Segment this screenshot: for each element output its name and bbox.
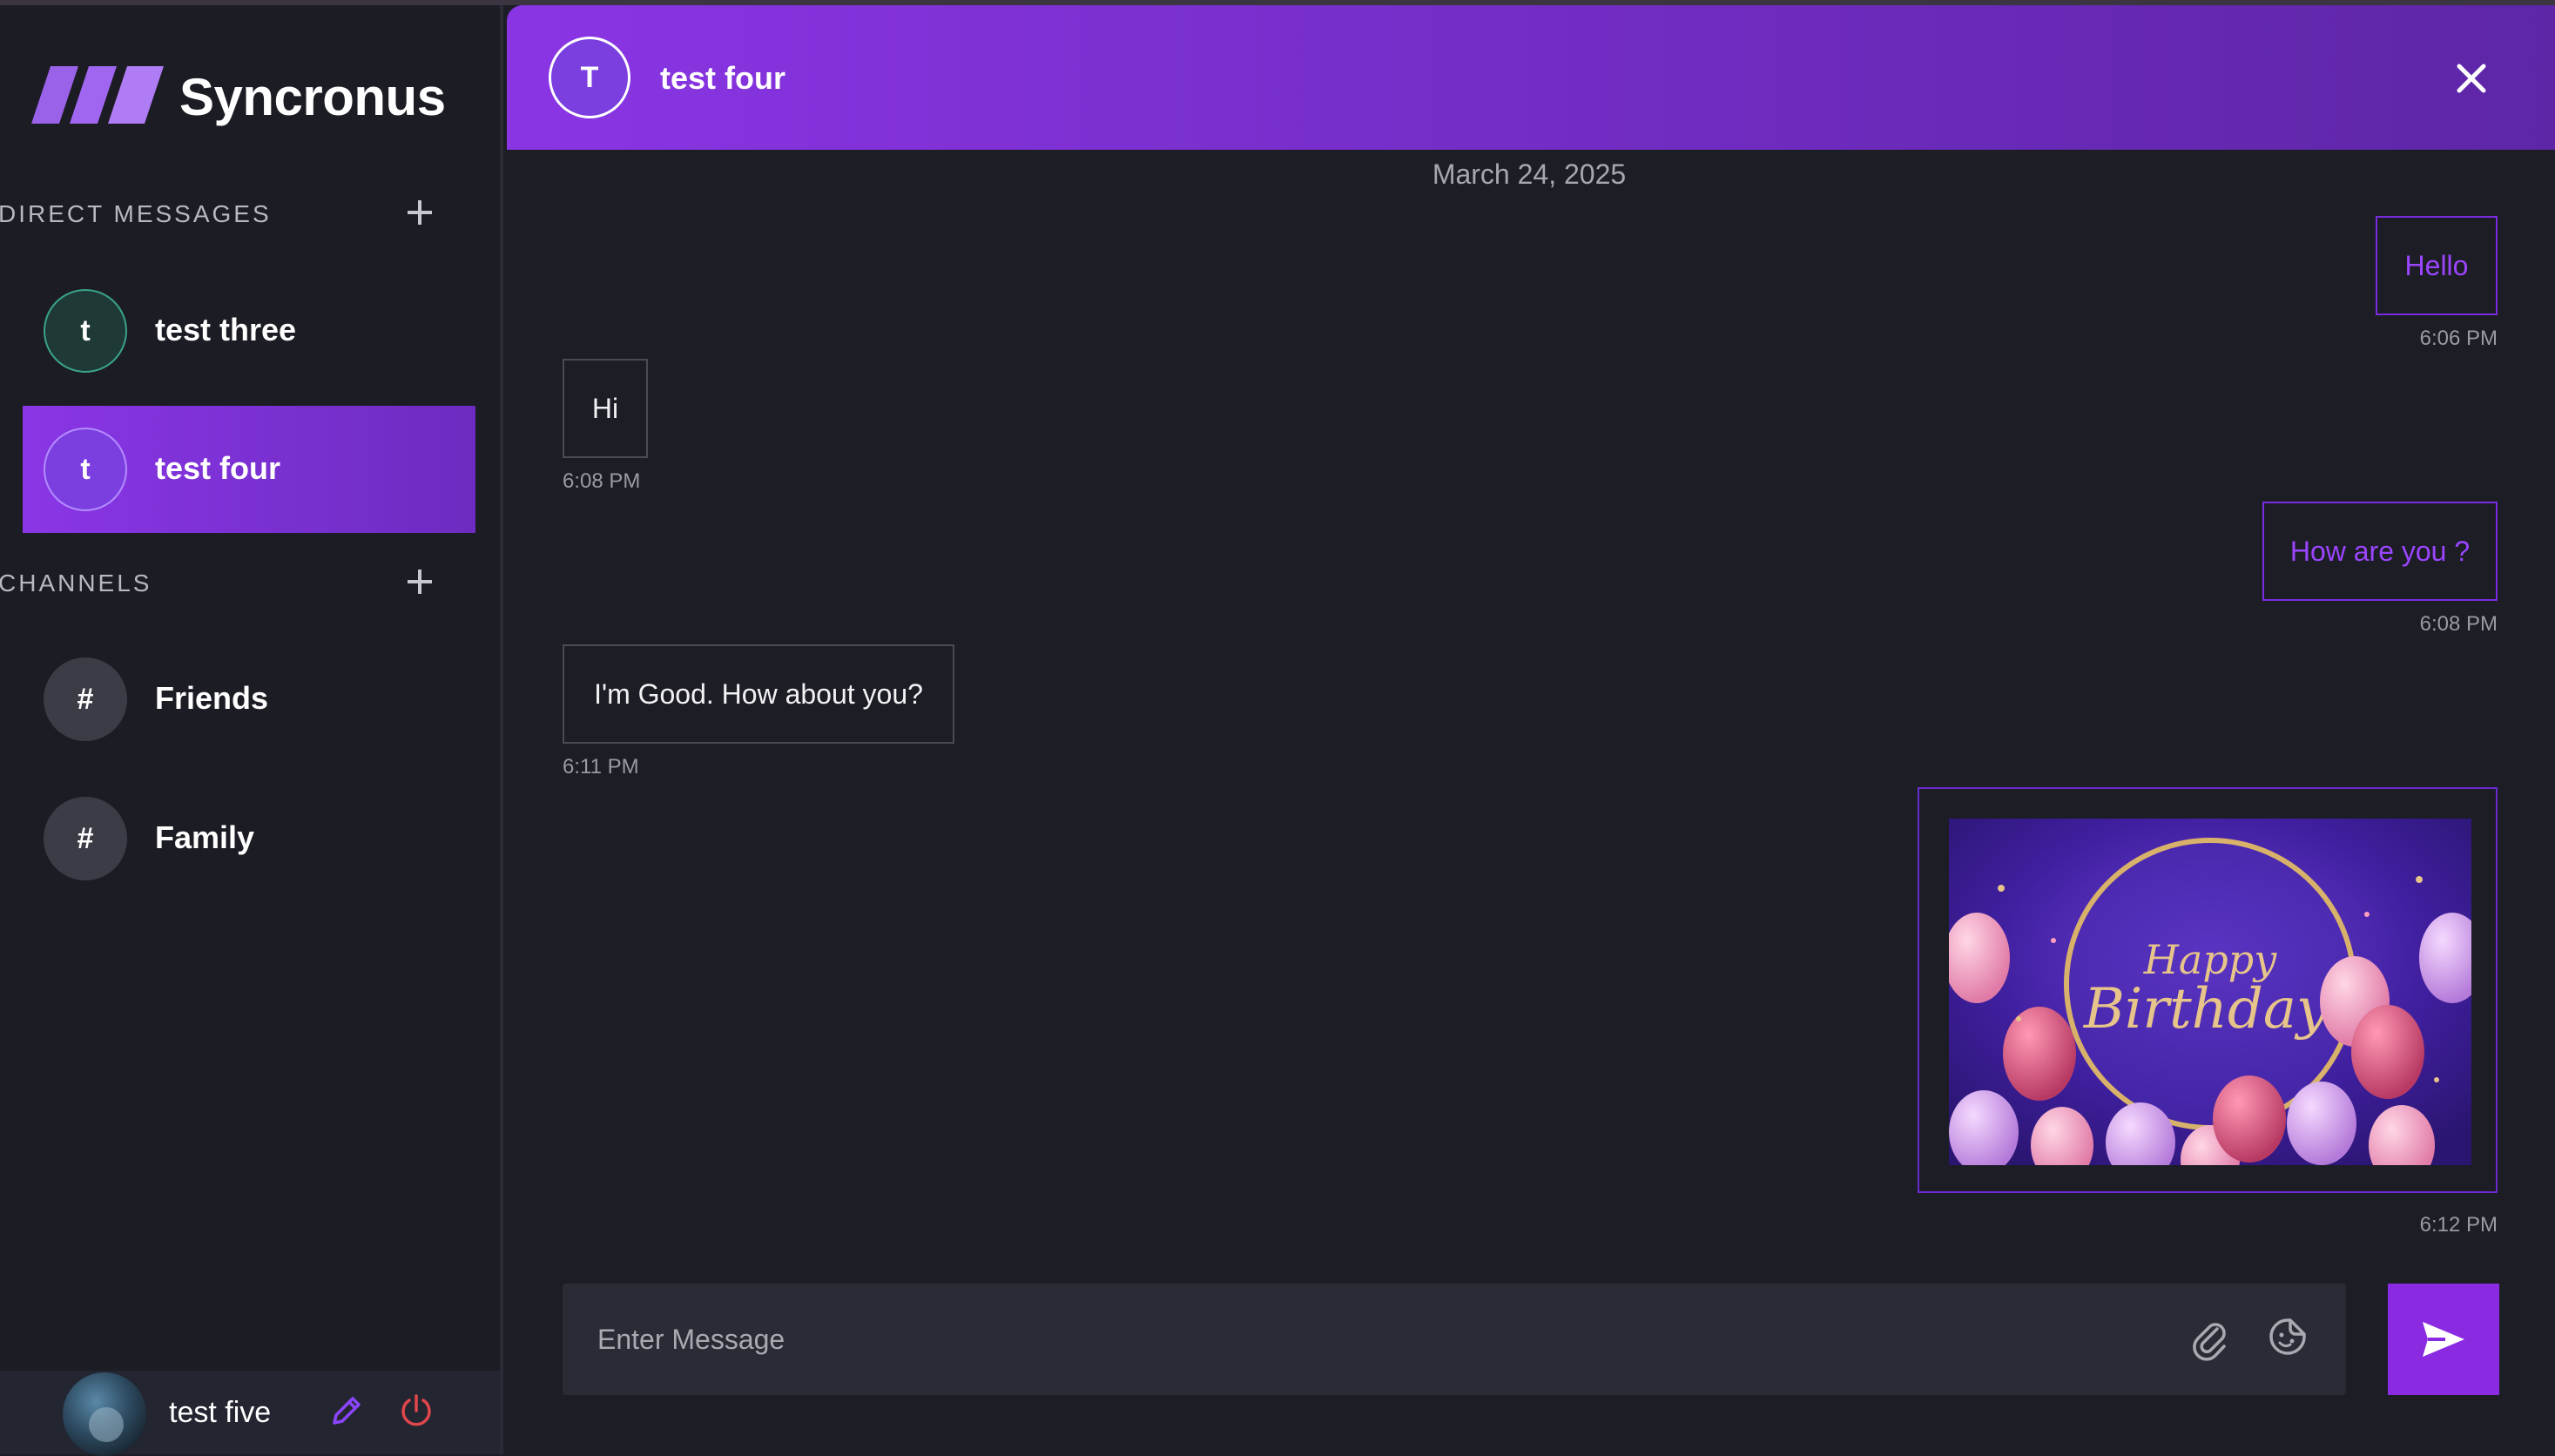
- message-timestamp: 6:12 PM: [2419, 1213, 2498, 1237]
- message-composer: [563, 1284, 2346, 1395]
- dm-item-test-four[interactable]: t test four: [23, 406, 475, 533]
- close-icon[interactable]: [2451, 57, 2492, 99]
- channel-item-family[interactable]: # Family: [23, 775, 475, 902]
- user-name: test five: [169, 1396, 272, 1429]
- svg-text:Happy: Happy: [2143, 936, 2277, 983]
- dm-item-label: test three: [155, 312, 297, 347]
- dm-item-test-three[interactable]: t test three: [23, 267, 475, 394]
- channel-item-label: Friends: [155, 680, 269, 716]
- date-separator: March 24, 2025: [1432, 158, 1627, 190]
- logo-mark-icon: [31, 66, 164, 124]
- channel-hash-icon: #: [44, 797, 127, 880]
- svg-text:Birthday: Birthday: [2083, 977, 2329, 1041]
- contact-avatar: T: [549, 37, 630, 118]
- message-bubble-received[interactable]: Hi: [563, 359, 648, 458]
- add-direct-message-plus-icon[interactable]: [399, 192, 441, 233]
- message-timestamp: 6:08 PM: [2419, 612, 2498, 636]
- message-image-sent[interactable]: Happy Birthday: [1918, 787, 2498, 1193]
- app-name: Syncronus: [179, 68, 446, 126]
- direct-messages-title: DIRECT MESSAGES: [0, 200, 272, 227]
- pencil-icon[interactable]: [327, 1392, 366, 1430]
- message-timestamp: 6:11 PM: [563, 755, 639, 779]
- sticker-icon[interactable]: [2266, 1315, 2309, 1358]
- sidebar: Syncronus DIRECT MESSAGES t test three t…: [0, 5, 503, 1456]
- message-timestamp: 6:08 PM: [563, 469, 641, 493]
- user-avatar[interactable]: [63, 1372, 146, 1456]
- send-icon: [2423, 1322, 2464, 1357]
- app-logo: Syncronus: [31, 57, 446, 141]
- add-channel-plus-icon[interactable]: [399, 561, 441, 603]
- contact-name: test four: [660, 60, 785, 96]
- dm-item-label: test four: [155, 450, 280, 486]
- user-profile-bar: test five: [0, 1371, 500, 1456]
- channels-header: CHANNELS: [0, 557, 503, 610]
- message-bubble-received[interactable]: I'm Good. How about you?: [563, 644, 954, 744]
- paperclip-icon[interactable]: [2188, 1317, 2233, 1362]
- message-timestamp: 6:06 PM: [2419, 327, 2498, 350]
- avatar: t: [44, 289, 127, 373]
- message-bubble-sent[interactable]: Hello: [2376, 216, 2498, 315]
- message-bubble-sent[interactable]: How are you ?: [2262, 502, 2498, 601]
- chat-header: T test four: [507, 5, 2555, 150]
- channel-hash-icon: #: [44, 657, 127, 741]
- birthday-image: Happy Birthday: [1949, 819, 2471, 1165]
- channel-item-friends[interactable]: # Friends: [23, 636, 475, 763]
- send-button[interactable]: [2388, 1284, 2499, 1395]
- avatar: t: [44, 428, 127, 511]
- power-icon[interactable]: [397, 1392, 435, 1430]
- direct-messages-header: DIRECT MESSAGES: [0, 188, 503, 240]
- channel-item-label: Family: [155, 819, 255, 855]
- message-input[interactable]: [563, 1284, 2217, 1395]
- channels-title: CHANNELS: [0, 570, 152, 597]
